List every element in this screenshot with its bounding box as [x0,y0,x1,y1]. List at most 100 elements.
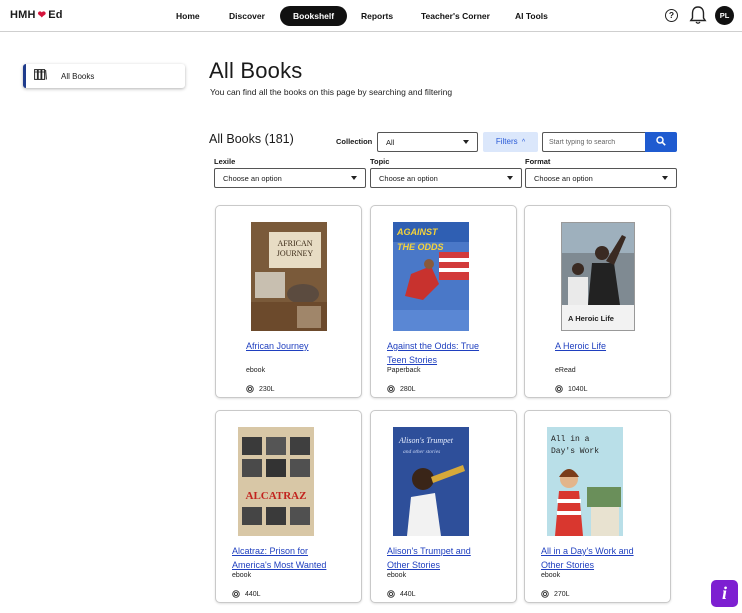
cover-text: THE ODDS [397,242,444,252]
lexile-select[interactable]: Choose an option [214,168,366,188]
book-lexile: 1040L [555,385,587,393]
book-cover-image[interactable]: All in a Day's Work [547,427,623,536]
target-icon [541,590,549,598]
help-circle-icon[interactable]: ? [665,9,678,22]
target-icon [387,590,395,598]
book-title-line: Against the Odds: True [387,341,480,351]
book-title-link[interactable]: Alcatraz: Prison for America's Most Want… [232,544,357,572]
book-cover-image[interactable]: ALCATRAZ [238,427,314,536]
chevron-down-icon [507,176,513,180]
search-button[interactable] [645,132,677,152]
book-lexile: 230L [246,385,275,393]
book-card[interactable]: A Heroic Life A Heroic Life eRead 1040L [524,205,671,398]
book-title-line: African Journey [246,341,309,351]
nav-teachers-corner[interactable]: Teacher's Corner [421,6,490,26]
topic-select-value: Choose an option [379,173,438,183]
book-title-line: Other Stories [541,560,595,570]
book-title-line: America's Most Wanted [232,560,327,570]
book-title-link[interactable]: All in a Day's Work and Other Stories [541,544,666,572]
book-lexile-value: 440L [245,590,261,598]
nav-discover[interactable]: Discover [229,6,265,26]
search-input[interactable] [542,132,645,152]
book-title-line: All in a Day's Work and [541,546,634,556]
book-title-link[interactable]: African Journey [246,339,356,353]
book-card[interactable]: All in a Day's Work All in a Day's Work … [524,410,671,603]
topic-filter-label: Topic [370,157,390,166]
bell-icon[interactable] [689,5,707,30]
book-card[interactable]: Alison's Trumpet and other stories Aliso… [370,410,517,603]
collection-select-value: All [386,137,395,147]
nav-bookshelf[interactable]: Bookshelf [280,6,348,26]
book-title-line: Other Stories [387,560,441,570]
nav-home[interactable]: Home [176,6,200,26]
filters-button[interactable]: Filters ^ [483,132,538,152]
book-cover-image[interactable]: A Heroic Life [561,222,635,331]
chevron-down-icon [463,140,469,144]
book-cover-image[interactable]: AGAINST THE ODDS [393,222,469,331]
book-card[interactable]: AFRICAN JOURNEY African Journey ebook 23… [215,205,362,398]
cover-text: and other stories [403,449,440,455]
logo-text-left: HMH [10,9,36,21]
book-title-line: Alison's Trumpet and [387,546,471,556]
books-count-title: All Books (181) [209,132,294,146]
cover-text: ALCATRAZ [246,490,307,502]
cover-text: JOURNEY [277,249,314,258]
book-lexile: 280L [387,385,416,393]
top-navigation-bar: HMH ❤ Ed Home Discover Bookshelf Reports… [0,0,742,32]
book-lexile: 440L [232,590,261,598]
chevron-down-icon [351,176,357,180]
filters-button-label: Filters [495,137,518,146]
page-title: All Books [209,58,303,83]
book-lexile: 270L [541,590,570,598]
book-title-link[interactable]: Against the Odds: True Teen Stories [387,339,512,367]
book-lexile-value: 230L [259,385,275,393]
page-subtitle: You can find all the books on this page … [210,87,453,97]
topic-select[interactable]: Choose an option [370,168,522,188]
book-card[interactable]: ALCATRAZ Alcatraz: Prison for America's … [215,410,362,603]
lexile-select-value: Choose an option [223,173,282,183]
chevron-down-icon [662,176,668,180]
target-icon [387,385,395,393]
cover-text: All in a [551,435,590,444]
user-avatar[interactable]: PL [715,6,734,25]
format-select-value: Choose an option [534,173,593,183]
book-format: ebook [232,572,252,579]
nav-ai-tools[interactable]: AI Tools [515,6,548,26]
lexile-filter-label: Lexile [214,157,236,166]
target-icon [246,385,254,393]
nav-reports[interactable]: Reports [361,6,393,26]
target-icon [555,385,563,393]
book-lexile-value: 280L [400,385,416,393]
sidebar-item-all-books[interactable]: All Books [23,64,185,88]
info-icon[interactable]: i [711,580,738,607]
book-format: ebook [246,367,266,374]
cover-text: AGAINST [396,227,439,237]
logo-text-right: Ed [48,9,63,21]
hmh-ed-logo[interactable]: HMH ❤ Ed [10,9,63,21]
collection-label: Collection [336,137,373,146]
book-lexile-value: 440L [400,590,416,598]
sidebar-item-label: All Books [61,71,95,81]
book-cover-image[interactable]: Alison's Trumpet and other stories [393,427,469,536]
format-select[interactable]: Choose an option [525,168,677,188]
book-lexile: 440L [387,590,416,598]
target-icon [232,590,240,598]
cover-text: A Heroic Life [568,314,614,323]
book-title-link[interactable]: Alison's Trumpet and Other Stories [387,544,512,572]
format-filter-label: Format [525,157,551,166]
book-format: Paperback [387,367,421,374]
book-title-line: A Heroic Life [555,341,607,351]
chevron-up-icon: ^ [521,139,526,146]
book-format: eRead [555,367,576,374]
heart-check-icon: ❤ [37,9,47,21]
search-icon [656,133,666,151]
cover-text: Day's Work [551,447,599,456]
books-icon [34,67,47,85]
book-card[interactable]: AGAINST THE ODDS Against the Odds: True … [370,205,517,398]
book-title-line: Alcatraz: Prison for [232,546,309,556]
collection-select[interactable]: All [377,132,478,152]
book-title-line: Teen Stories [387,355,438,365]
book-title-link[interactable]: A Heroic Life [555,339,665,353]
book-cover-image[interactable]: AFRICAN JOURNEY [251,222,327,331]
book-lexile-value: 270L [554,590,570,598]
